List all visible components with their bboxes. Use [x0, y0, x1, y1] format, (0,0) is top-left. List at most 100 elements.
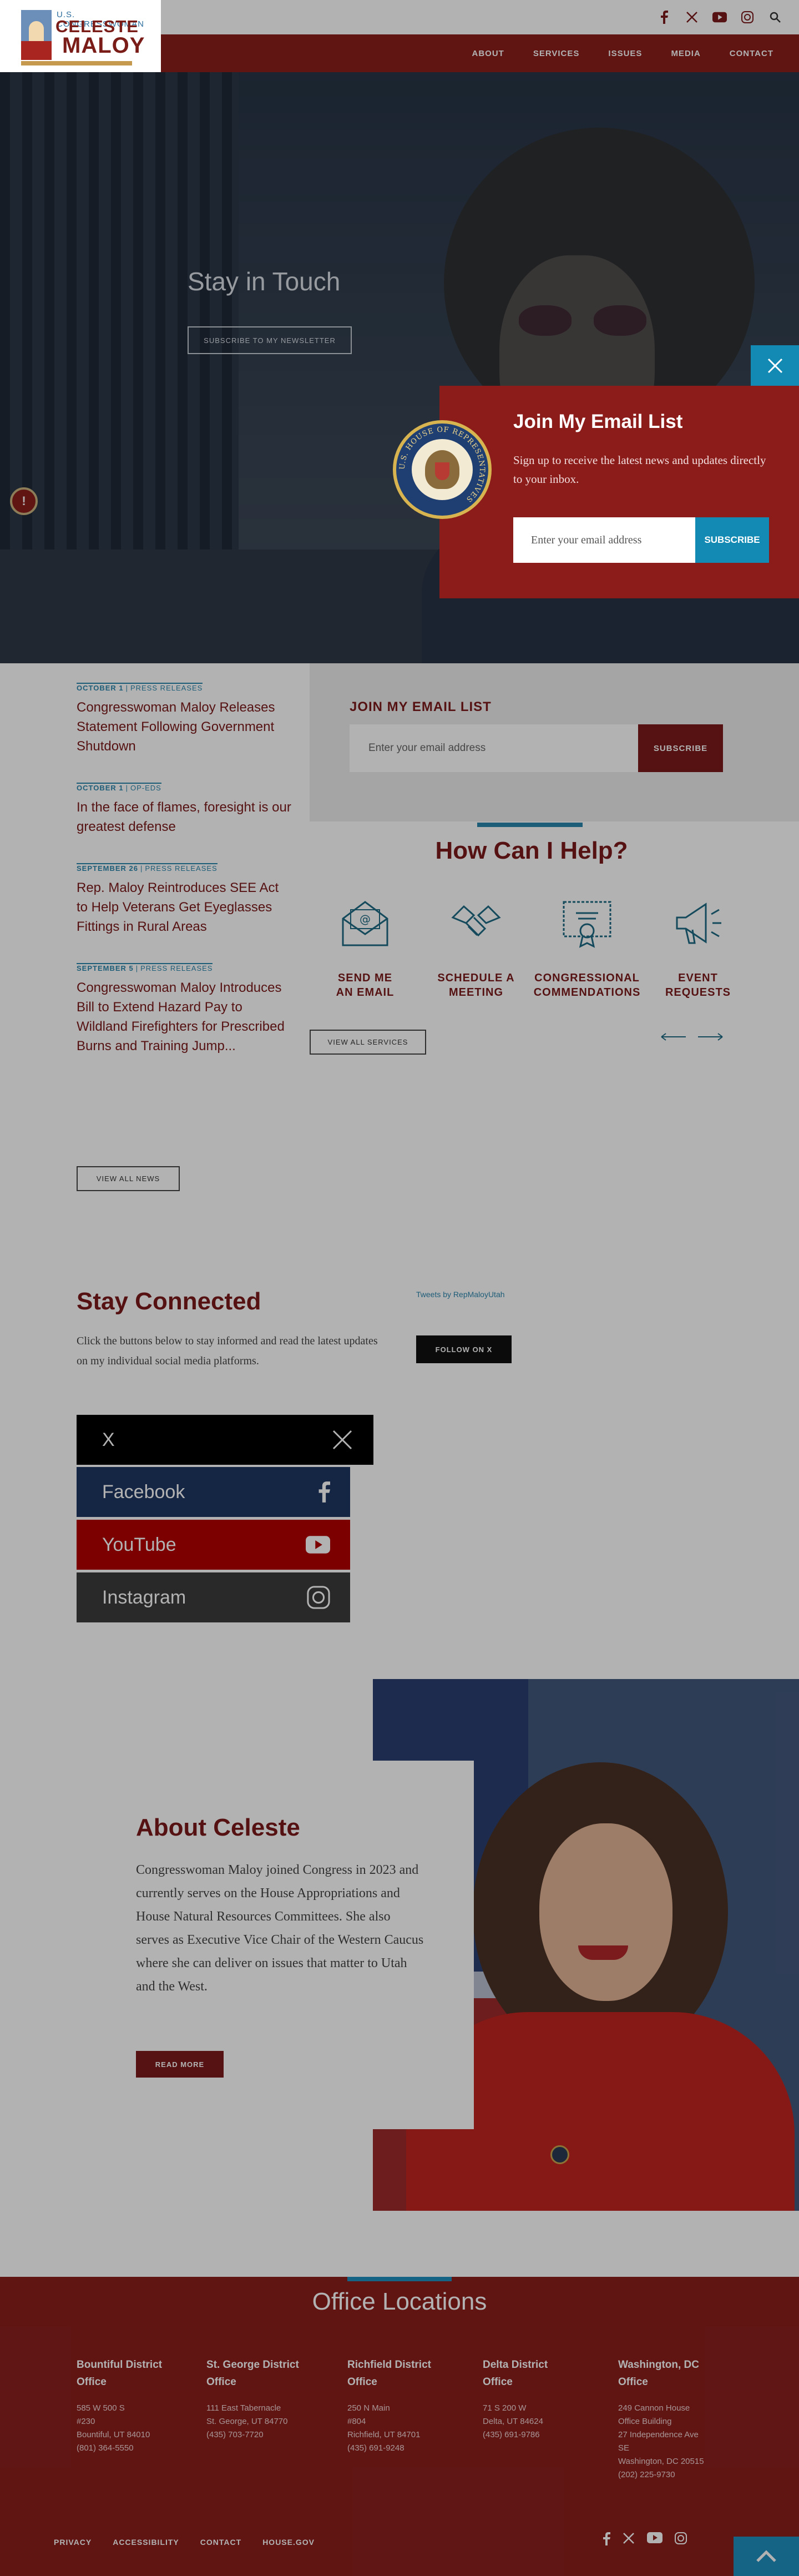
view-all-news-button[interactable]: VIEW ALL NEWS [77, 1166, 180, 1191]
instagram-icon [307, 1586, 330, 1609]
office-phone[interactable]: (435) 691-9786 [483, 2428, 594, 2442]
facebook-social-button[interactable]: Facebook [77, 1467, 350, 1517]
news-meta: SEPTEMBER 26 | PRESS RELEASES [77, 863, 218, 873]
arrow-right-icon[interactable] [697, 1032, 724, 1041]
facebook-icon[interactable] [603, 2532, 610, 2545]
seal-lettering: U.S. HOUSE OF REPRESENTATIVES [398, 426, 486, 504]
youtube-icon[interactable] [647, 2532, 663, 2543]
news-item[interactable]: SEPTEMBER 5 | PRESS RELEASES Congresswoman… [77, 963, 293, 1056]
news-title[interactable]: Congresswoman Maloy Introduces Bill to E… [77, 978, 293, 1056]
capitol-logo-icon [21, 10, 52, 60]
news-list: OCTOBER 1 | PRESS RELEASES Congresswoman M… [77, 683, 293, 1082]
news-title[interactable]: In the face of flames, foresight is our … [77, 798, 293, 836]
popup-subscribe-button[interactable]: SUBSCRIBE [695, 517, 769, 563]
office-locations-title: Office Locations [312, 2288, 487, 2315]
x-social-button[interactable]: X [77, 1415, 373, 1465]
view-all-services-button[interactable]: VIEW ALL SERVICES [310, 1030, 426, 1055]
office-bountiful: Bountiful District Office 585 W 500 S #23… [77, 2356, 188, 2455]
footer-link-contact[interactable]: CONTACT [200, 2538, 241, 2547]
x-icon[interactable] [623, 2532, 635, 2544]
social-button-label: Instagram [102, 1586, 186, 1608]
nav-media[interactable]: MEDIA [671, 49, 700, 58]
signup-subscribe-button[interactable]: SUBSCRIBE [638, 724, 723, 772]
search-icon[interactable] [768, 10, 782, 24]
service-send-email[interactable]: @ SEND ME AN EMAIL [310, 896, 421, 1000]
help-title: How Can I Help? [435, 837, 628, 864]
nav-issues[interactable]: ISSUES [608, 49, 642, 58]
office-name: Delta District Office [483, 2356, 594, 2391]
megaphone-icon [676, 903, 721, 944]
help-accent-bar [477, 823, 583, 827]
office-name-line: Office [347, 2376, 377, 2388]
instagram-social-button[interactable]: Instagram [77, 1572, 350, 1622]
news-category[interactable]: PRESS RELEASES [130, 684, 203, 692]
social-button-label: X [102, 1429, 115, 1450]
news-item[interactable]: SEPTEMBER 26 | PRESS RELEASES Rep. Maloy R… [77, 863, 293, 936]
news-category[interactable]: OP-EDS [130, 784, 161, 792]
office-phone[interactable]: (435) 703-7720 [206, 2428, 317, 2442]
stay-connected-text: Click the buttons below to stay informed… [77, 1335, 378, 1367]
news-date: OCTOBER 1 [77, 684, 124, 692]
service-event-requests[interactable]: EVENT REQUESTS [643, 896, 754, 1000]
youtube-icon[interactable] [712, 10, 727, 24]
news-item[interactable]: OCTOBER 1 | OP-EDS In the face of flames, … [77, 783, 293, 836]
instagram-icon[interactable] [740, 10, 755, 24]
service-label: SEND ME AN EMAIL [336, 971, 395, 1000]
about-title: About Celeste [136, 1814, 300, 1841]
youtube-social-button[interactable]: YouTube [77, 1520, 350, 1570]
news-title[interactable]: Congresswoman Maloy Releases Statement F… [77, 698, 293, 756]
popup-close-button[interactable] [751, 345, 799, 386]
nav-services[interactable]: SERVICES [533, 49, 580, 58]
x-icon[interactable] [685, 10, 699, 24]
hero-title: Stay in Touch [188, 267, 341, 296]
portrait-smile [578, 1945, 628, 1960]
office-address: Richfield, UT 84701 [347, 2430, 421, 2439]
back-to-top-button[interactable] [734, 2537, 799, 2576]
service-label-line: SEND ME [337, 972, 393, 984]
service-commendations[interactable]: CONGRESSIONAL COMMENDATIONS [532, 896, 643, 1000]
footer-link-house-gov[interactable]: HOUSE.GOV [262, 2538, 315, 2547]
instagram-icon[interactable] [675, 2532, 687, 2544]
x-icon [332, 1430, 352, 1450]
site-logo[interactable]: U.S. CONGRESSWOMAN CELESTE MALOY [0, 0, 161, 72]
meta-separator: | [140, 864, 143, 873]
office-phone[interactable]: (435) 691-9248 [347, 2442, 458, 2455]
news-date: SEPTEMBER 5 [77, 964, 134, 972]
nav-about[interactable]: ABOUT [472, 49, 504, 58]
office-address: Delta, UT 84624 [483, 2417, 543, 2426]
popup-title: Join My Email List [513, 411, 683, 432]
read-more-button[interactable]: READ MORE [136, 2051, 224, 2078]
popup-subtitle: Sign up to receive the latest news and u… [513, 453, 766, 486]
congressional-pin-icon [550, 2145, 569, 2164]
facebook-icon[interactable] [657, 10, 671, 24]
alert-badge-icon[interactable]: ! [10, 487, 38, 515]
nav-contact[interactable]: CONTACT [730, 49, 773, 58]
office-address: 27 Independence Ave [618, 2430, 699, 2439]
signup-email-input[interactable]: Enter your email address [350, 724, 638, 772]
office-address: SE [618, 2443, 630, 2453]
office-richfield: Richfield District Office 250 N Main #804… [347, 2356, 458, 2455]
footer-link-privacy[interactable]: PRIVACY [54, 2538, 92, 2547]
subscribe-newsletter-button[interactable]: SUBSCRIBE TO MY NEWSLETTER [188, 326, 352, 354]
office-name-line: Delta District [483, 2359, 548, 2371]
arrow-left-icon[interactable] [660, 1032, 687, 1041]
news-category[interactable]: PRESS RELEASES [140, 964, 213, 972]
footer-link-accessibility[interactable]: ACCESSIBILITY [113, 2538, 179, 2547]
house-seal-icon: U.S. HOUSE OF REPRESENTATIVES [393, 420, 492, 519]
office-phone[interactable]: (202) 225-9730 [618, 2468, 729, 2482]
news-meta: SEPTEMBER 5 | PRESS RELEASES [77, 963, 213, 972]
service-schedule-meeting[interactable]: SCHEDULE A MEETING [421, 896, 532, 1000]
office-name: Bountiful District Office [77, 2356, 188, 2391]
news-category[interactable]: PRESS RELEASES [145, 864, 217, 873]
tweets-link[interactable]: Tweets by RepMaloyUtah [416, 1290, 505, 1299]
office-name-line: Office [483, 2376, 513, 2388]
main-navigation: ABOUT SERVICES ISSUES MEDIA CONTACT [161, 34, 799, 72]
popup-email-input[interactable]: Enter your email address [513, 517, 695, 563]
news-item[interactable]: OCTOBER 1 | PRESS RELEASES Congresswoman M… [77, 683, 293, 756]
news-title[interactable]: Rep. Maloy Reintroduces SEE Act to Help … [77, 878, 293, 936]
follow-on-x-button[interactable]: FOLLOW ON X [416, 1335, 512, 1363]
office-phone[interactable]: (801) 364-5550 [77, 2442, 188, 2455]
office-address: 111 East Tabernacle [206, 2403, 281, 2413]
service-label: CONGRESSIONAL COMMENDATIONS [534, 971, 641, 1000]
office-name-line: St. George District [206, 2359, 299, 2371]
